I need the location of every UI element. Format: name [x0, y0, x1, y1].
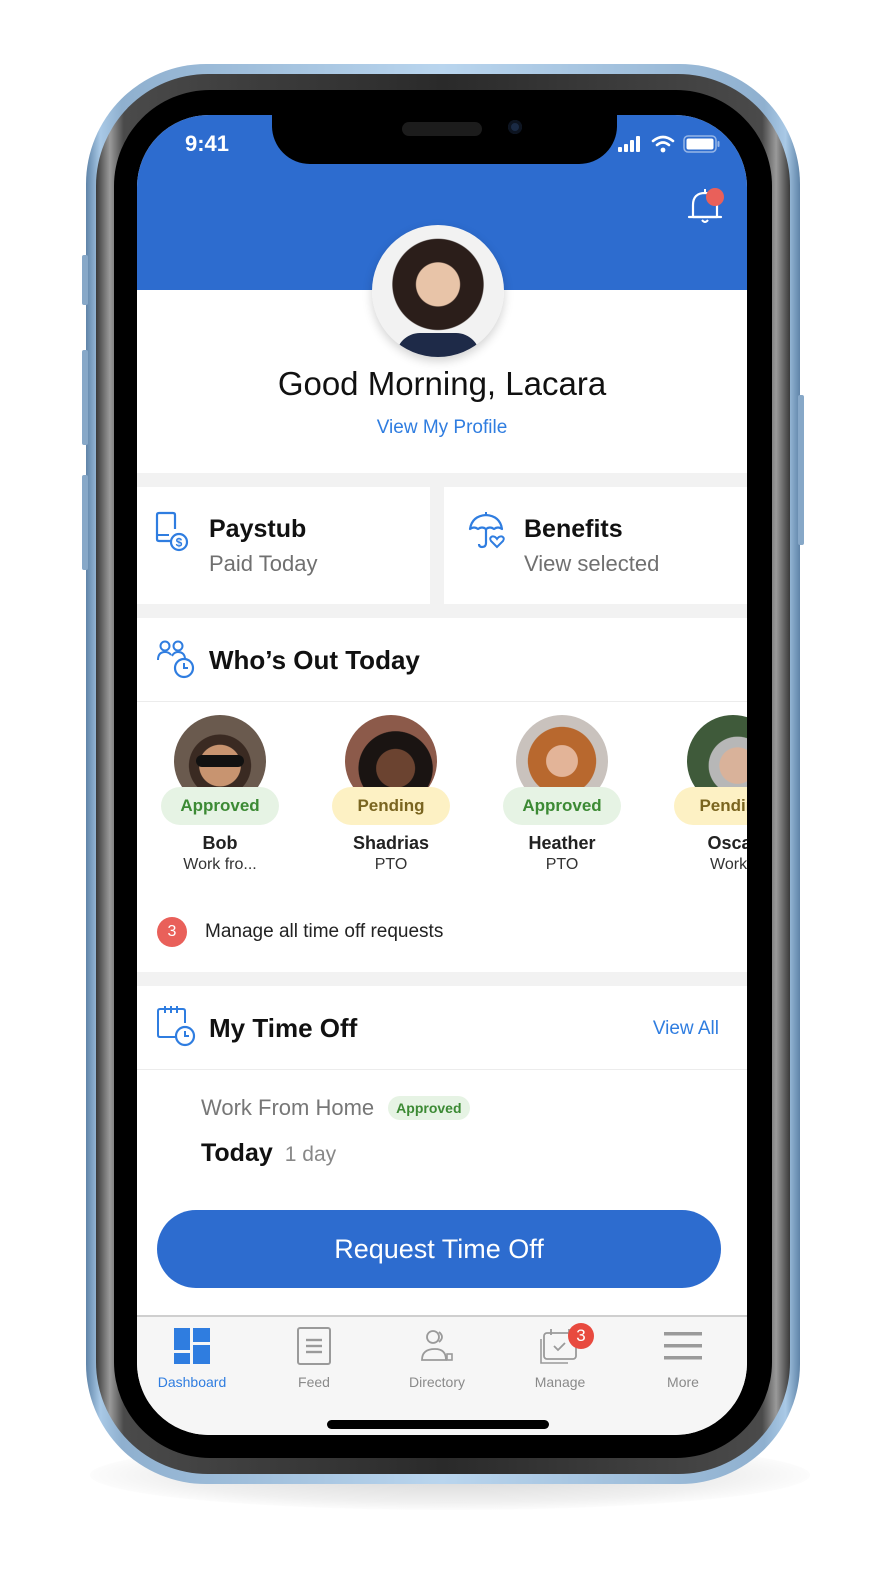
- status-badge: Pending: [332, 787, 450, 825]
- divider: [137, 701, 747, 702]
- power-button: [798, 395, 804, 545]
- manage-badge: 3: [568, 1323, 594, 1349]
- benefits-card[interactable]: Benefits View selected: [444, 487, 747, 604]
- tab-manage[interactable]: 3 Manage: [505, 1323, 615, 1390]
- time-off-entry[interactable]: Work From Home Approved: [201, 1095, 470, 1121]
- wifi-icon: [651, 135, 675, 153]
- time-off-duration: 1 day: [284, 1143, 337, 1166]
- dashboard-icon: [174, 1328, 210, 1364]
- person-name: Shadrias: [352, 833, 430, 853]
- person-leave-type: PTO: [374, 856, 408, 873]
- status-badge: Approved: [503, 787, 621, 825]
- volume-down-button: [82, 475, 88, 570]
- app-screen: 9:41 Good Morning, Lacara View My Profil…: [137, 115, 747, 1435]
- menu-icon: [664, 1332, 702, 1360]
- home-indicator[interactable]: [327, 1420, 549, 1429]
- paystub-title: Paystub: [209, 515, 307, 543]
- whos-out-title: Who’s Out Today: [209, 645, 420, 675]
- notification-dot: [706, 188, 724, 206]
- person-name: Oscar: [707, 833, 747, 853]
- person-item[interactable]: Approved Heather PTO: [497, 715, 627, 884]
- paystub-phone-dollar-icon: $: [155, 511, 189, 552]
- tab-more[interactable]: More: [628, 1327, 738, 1390]
- tab-label: Directory: [408, 1374, 465, 1390]
- person-leave-type: Work f: [710, 856, 747, 873]
- person-leave-type: Work fro...: [183, 856, 257, 873]
- status-badge: Approved: [161, 787, 279, 825]
- tab-label: Manage: [534, 1374, 586, 1390]
- person-name: Bob: [202, 833, 238, 853]
- user-avatar[interactable]: [372, 225, 504, 357]
- tab-bar: Dashboard Feed Directory 3 Manage More: [137, 1315, 747, 1435]
- benefits-subtitle: View selected: [524, 551, 660, 576]
- view-all-link[interactable]: View All: [653, 1018, 719, 1040]
- benefits-title: Benefits: [524, 515, 623, 543]
- tab-feed[interactable]: Feed: [259, 1327, 369, 1390]
- paystub-subtitle: Paid Today: [209, 551, 318, 576]
- time-off-status-badge: Approved: [388, 1096, 470, 1120]
- status-icons: [617, 135, 721, 153]
- request-time-off-button[interactable]: Request Time Off: [157, 1210, 721, 1288]
- person-item[interactable]: Pending Shadrias PTO: [326, 715, 456, 884]
- svg-text:$: $: [176, 536, 183, 550]
- mute-switch: [82, 255, 88, 305]
- front-camera: [508, 120, 522, 134]
- speaker: [402, 122, 482, 136]
- status-badge: Pending: [674, 787, 747, 825]
- time-off-dates: Today 1 day: [201, 1139, 336, 1168]
- person-item[interactable]: Approved Bob Work fro...: [155, 715, 285, 884]
- tab-label: Dashboard: [157, 1374, 227, 1390]
- battery-icon: [683, 135, 720, 153]
- manage-time-off-link[interactable]: Manage all time off requests: [205, 921, 443, 943]
- my-time-off-title: My Time Off: [209, 1013, 358, 1043]
- paystub-card[interactable]: $ Paystub Paid Today: [137, 487, 430, 604]
- divider: [137, 1069, 747, 1070]
- directory-icon: [421, 1330, 453, 1361]
- time-off-when: Today: [201, 1139, 273, 1167]
- pending-count-badge: 3: [157, 917, 187, 947]
- notch: [272, 96, 617, 164]
- notification-bell-icon[interactable]: [685, 185, 725, 229]
- person-leave-type: PTO: [545, 856, 579, 873]
- tab-label: Feed: [298, 1374, 330, 1390]
- time-off-type: Work From Home: [201, 1095, 375, 1120]
- person-item[interactable]: Pending Oscar Work f: [668, 715, 747, 884]
- greeting: Good Morning, Lacara: [277, 365, 607, 402]
- signal-icon: [618, 136, 640, 152]
- calendar-clock-icon: [157, 1006, 196, 1047]
- tab-directory[interactable]: Directory: [382, 1327, 492, 1390]
- tab-dashboard[interactable]: Dashboard: [137, 1327, 247, 1390]
- manage-time-off-row[interactable]: 3 Manage all time off requests: [137, 890, 747, 972]
- view-profile-link[interactable]: View My Profile: [137, 417, 747, 439]
- person-name: Heather: [528, 833, 596, 853]
- volume-up-button: [82, 350, 88, 445]
- status-time: 9:41: [185, 131, 230, 156]
- feed-icon: [297, 1327, 331, 1365]
- umbrella-heart-icon: [468, 512, 505, 549]
- tab-label: More: [667, 1374, 699, 1390]
- people-clock-icon: [157, 640, 195, 679]
